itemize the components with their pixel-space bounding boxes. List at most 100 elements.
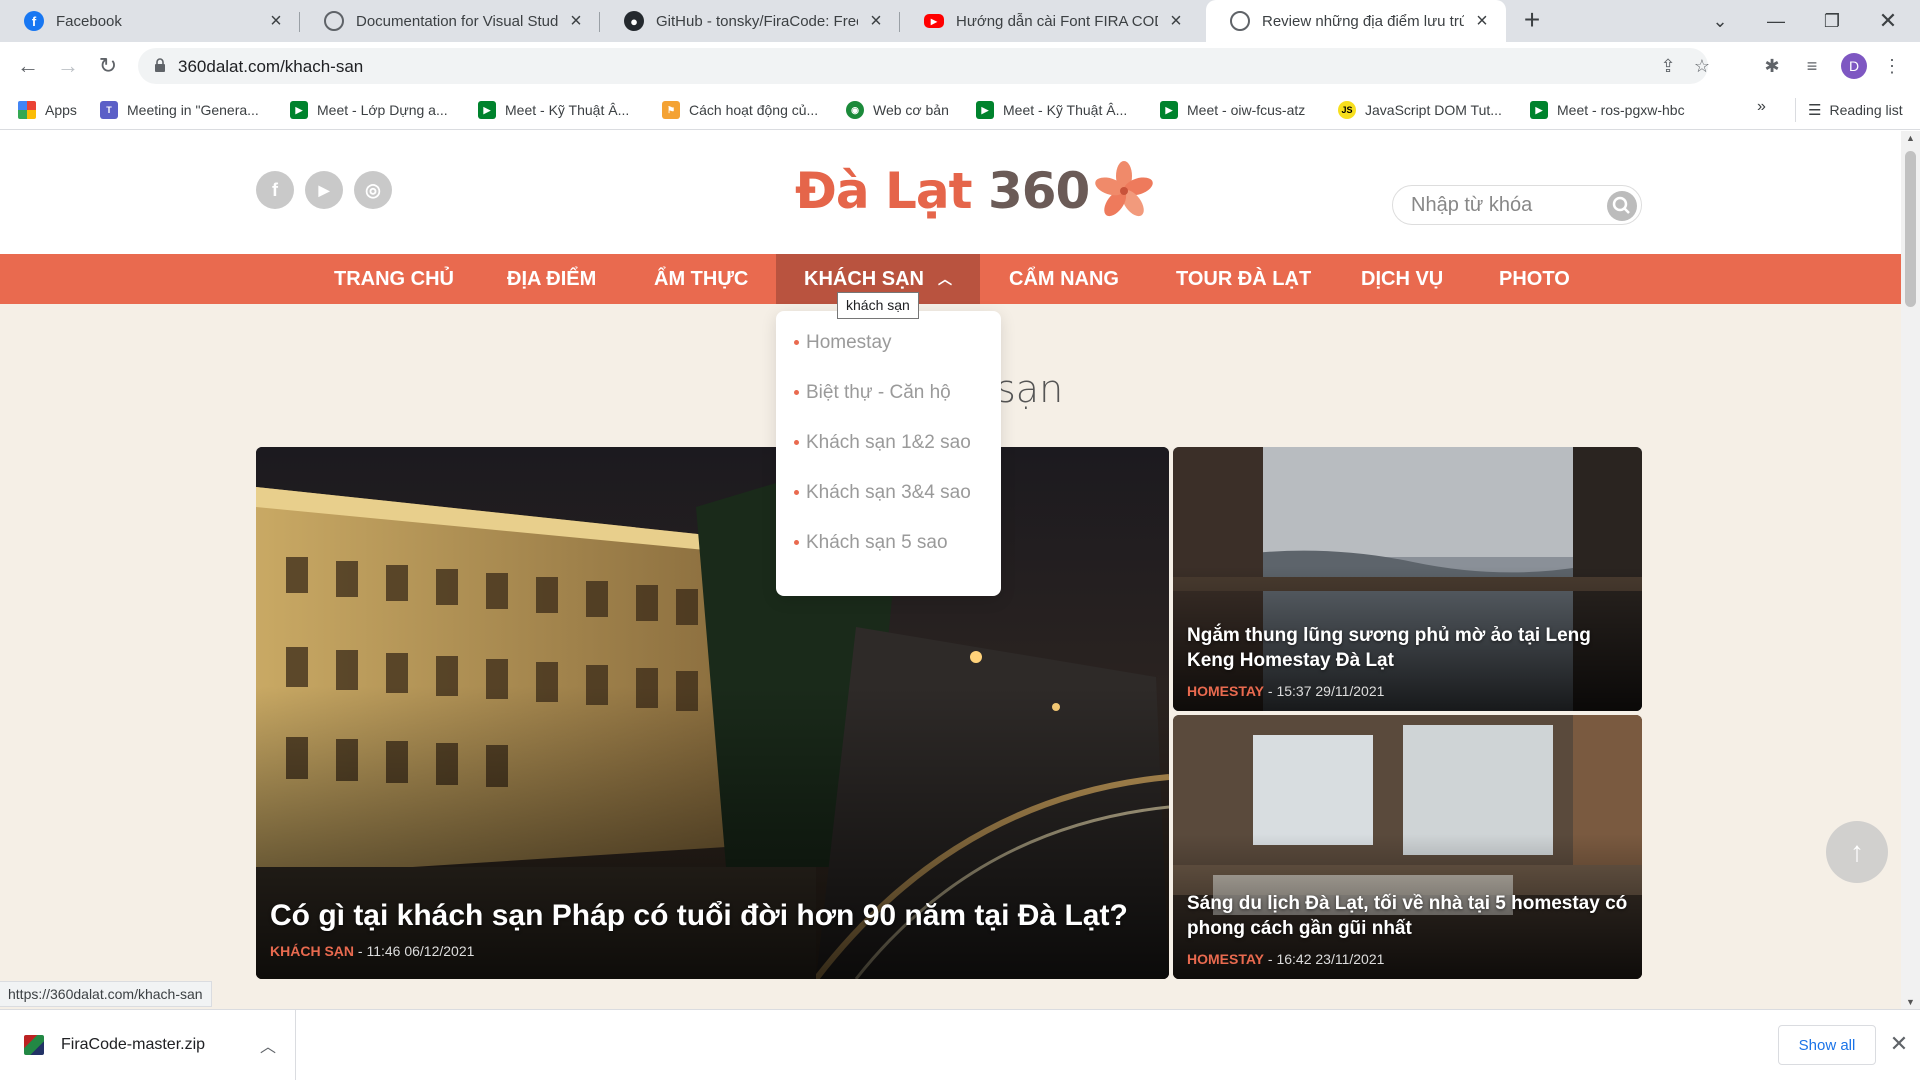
reading-list-button[interactable]: ☰ Reading list [1795,98,1903,122]
close-tab-icon[interactable]: × [566,10,586,32]
site-search-box [1392,185,1642,225]
bookmark-item[interactable]: ▶ Meet - Lớp Dựng a... [290,98,448,122]
scroll-up-arrow-icon[interactable]: ▲ [1901,131,1920,145]
bookmark-item[interactable]: ◉ Web cơ bản [846,98,949,122]
card-title[interactable]: Sáng du lịch Đà Lạt, tối về nhà tại 5 ho… [1187,891,1632,941]
card-title[interactable]: Ngắm thung lũng sương phủ mờ ảo tại Leng… [1187,623,1632,673]
card-category[interactable]: HOMESTAY [1187,683,1264,699]
flower-logo-icon [1095,161,1154,217]
url-text: 360dalat.com/khach-san [178,57,364,76]
media-control-icon[interactable]: ≡ [1800,54,1824,78]
tab-facebook[interactable]: f Facebook × [0,0,300,42]
scroll-down-arrow-icon[interactable]: ▼ [1901,995,1920,1009]
globe-icon [324,11,344,31]
nav-dia-diem[interactable]: ĐỊA ĐIỂM [507,254,596,304]
extensions-icon[interactable]: ✱ [1760,54,1784,78]
site-logo[interactable]: Đà Lạt 360 [795,161,1155,221]
bullet-dot [794,390,799,395]
tab-github-firacode[interactable]: ● GitHub - tonsky/FiraCode: Free m × [600,0,900,42]
maximize-icon[interactable]: ❐ [1804,0,1860,42]
tab-search-icon[interactable]: ⌄ [1692,0,1748,42]
address-bar[interactable]: 360dalat.com/khach-san ⇪ ☆ [138,48,1710,84]
winrar-archive-icon [24,1035,44,1055]
google-meet-icon: ▶ [976,101,994,119]
bookmarks-bar: Apps T Meeting in "Genera... ▶ Meet - Lớ… [0,90,1920,130]
khach-san-dropdown: Homestay Biệt thự - Căn hộ Khách sạn 1&2… [776,311,1001,596]
chevron-up-icon: ︿ [938,271,952,287]
minimize-icon[interactable]: — [1748,0,1804,42]
card-category[interactable]: HOMESTAY [1187,951,1264,967]
back-to-top-button[interactable]: ↑ [1826,821,1888,883]
bookmark-label: Meet - Lớp Dựng a... [317,102,448,118]
bookmark-item[interactable]: ⚑ Cách hoạt động củ... [662,98,818,122]
download-filename: FiraCode-master.zip [61,1036,206,1053]
tab-title: Review những địa điểm lưu trú h [1262,12,1464,30]
dropdown-item-homestay[interactable]: Homestay [776,323,1001,363]
page-scrollbar[interactable]: ▲ ▼ [1901,131,1920,1009]
nav-cam-nang[interactable]: CẨM NANG [1009,254,1119,304]
search-button[interactable] [1607,191,1637,221]
tab-dalat-review[interactable]: Review những địa điểm lưu trú h × [1206,0,1506,42]
card-gradient-overlay [256,686,1169,979]
close-tab-icon[interactable]: × [866,10,886,32]
bookmark-item[interactable]: ▶ Meet - Kỹ Thuật Â... [976,98,1127,122]
globe-icon [1230,11,1250,31]
show-all-downloads-button[interactable]: Show all [1778,1025,1876,1065]
close-icon[interactable]: ✕ [1886,1030,1912,1058]
side-article-card[interactable]: Ngắm thung lũng sương phủ mờ ảo tại Leng… [1173,447,1642,711]
dropdown-item-ks-3-4-sao[interactable]: Khách sạn 3&4 sao [776,473,1001,513]
bookmark-item[interactable]: ▶ Meet - Kỹ Thuật Â... [478,98,629,122]
bookmark-flag-icon: ⚑ [662,101,680,119]
chevron-up-icon[interactable]: ︿ [260,1033,276,1057]
card-category[interactable]: KHÁCH SẠN [270,943,354,959]
tab-youtube-fira[interactable]: ▶ Hướng dẫn cài Font FIRA CODE c × [900,0,1200,42]
site-header: f ▶ ◎ Đà Lạt 360 [0,131,1901,254]
share-icon[interactable]: ⇪ [1656,54,1680,78]
download-item[interactable]: FiraCode-master.zip ︿ [0,1010,296,1080]
bookmark-item[interactable]: ▶ Meet - ros-pgxw-hbc [1530,98,1685,122]
nav-dich-vu[interactable]: DỊCH VỤ [1361,254,1443,304]
nav-trang-chu[interactable]: TRANG CHỦ [334,254,454,304]
bookmark-item[interactable]: JS JavaScript DOM Tut... [1338,98,1502,122]
close-tab-icon[interactable]: × [266,10,286,32]
dropdown-item-ks-1-2-sao[interactable]: Khách sạn 1&2 sao [776,423,1001,463]
github-icon: ● [624,11,644,31]
bookmark-apps[interactable]: Apps [18,98,77,122]
close-window-icon[interactable]: ✕ [1860,0,1916,42]
bookmark-item[interactable]: ▶ Meet - oiw-fcus-atz [1160,98,1305,122]
card-title[interactable]: Có gì tại khách sạn Pháp có tuổi đời hơn… [270,899,1128,933]
google-meet-icon: ▶ [1160,101,1178,119]
tab-vscode-docs[interactable]: Documentation for Visual Studio × [300,0,600,42]
tooltip: khách sạn [837,292,919,319]
nav-photo[interactable]: PHOTO [1499,254,1570,304]
scrollbar-thumb[interactable] [1905,151,1916,307]
dropdown-item-biet-thu[interactable]: Biệt thự - Căn hộ [776,373,1001,413]
instagram-icon[interactable]: ◎ [354,171,392,209]
bullet-dot [794,340,799,345]
search-input[interactable] [1411,192,1601,218]
profile-avatar[interactable]: D [1841,53,1867,79]
featured-article-card[interactable]: Có gì tại khách sạn Pháp có tuổi đời hơn… [256,447,1169,979]
bookmarks-overflow-button[interactable]: » [1757,98,1766,116]
close-tab-icon[interactable]: × [1166,10,1186,32]
card-time: - 15:37 29/11/2021 [1264,683,1385,699]
menu-kebab-icon[interactable]: ⋮ [1880,54,1904,78]
dropdown-item-ks-5-sao[interactable]: Khách sạn 5 sao [776,523,1001,563]
facebook-icon[interactable]: f [256,171,294,209]
new-tab-button[interactable]: + [1518,6,1546,35]
lock-icon [155,58,165,72]
bookmark-label: Web cơ bản [873,102,949,118]
bookmark-item[interactable]: T Meeting in "Genera... [100,98,259,122]
bookmark-star-icon[interactable]: ☆ [1690,54,1714,78]
youtube-icon[interactable]: ▶ [305,171,343,209]
side-article-card[interactable]: Sáng du lịch Đà Lạt, tối về nhà tại 5 ho… [1173,715,1642,979]
back-arrow-icon[interactable]: ← [12,50,44,82]
nav-am-thuc[interactable]: ẨM THỰC [654,254,748,304]
teams-icon: T [100,101,118,119]
nav-tour-da-lat[interactable]: TOUR ĐÀ LẠT [1176,254,1311,304]
reload-icon[interactable]: ↻ [92,50,124,82]
bookmark-label: Meet - Kỹ Thuật Â... [1003,102,1128,118]
bullet-dot [794,540,799,545]
close-tab-icon[interactable]: × [1472,10,1492,32]
forward-arrow-icon[interactable]: → [52,50,84,82]
